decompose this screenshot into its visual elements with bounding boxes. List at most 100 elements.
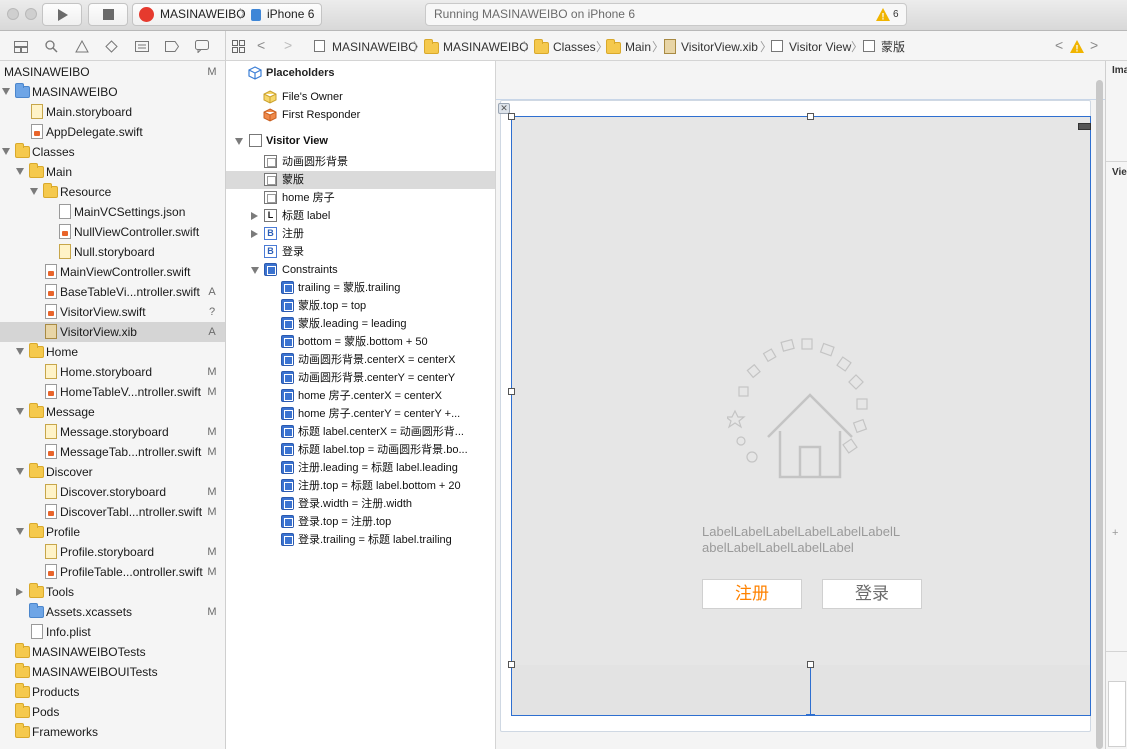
constraints-row[interactable]: Constraints xyxy=(226,261,495,279)
navigator-row[interactable]: VisitorView.xib A xyxy=(0,322,225,342)
constraint-row[interactable]: 动画圆形背景.centerY = centerY xyxy=(226,369,495,387)
breadcrumb-classes[interactable]: Classes xyxy=(553,39,596,55)
constraint-row[interactable]: 蒙版.leading = leading xyxy=(226,315,495,333)
next-issue-icon[interactable]: > xyxy=(1090,37,1098,53)
mask-row[interactable]: 蒙版 xyxy=(226,171,495,189)
navigator-row[interactable]: MASINAWEIBOUITests xyxy=(0,662,225,682)
navigator-row[interactable]: MessageTab...ntroller.swift M xyxy=(0,442,225,462)
navigator-row[interactable]: Classes xyxy=(0,142,225,162)
warning-icon[interactable]: ! xyxy=(876,8,890,21)
breadcrumb-selected[interactable]: 蒙版 xyxy=(881,39,905,55)
search-icon[interactable] xyxy=(45,40,58,53)
disclosure-open-icon[interactable] xyxy=(16,168,24,175)
resize-handle[interactable] xyxy=(508,661,515,668)
login-button[interactable]: 登录 xyxy=(822,579,922,609)
navigator-row[interactable]: Discover.storyboard M xyxy=(0,482,225,502)
disclosure-open-icon[interactable] xyxy=(2,88,10,95)
disclosure-open-icon[interactable] xyxy=(2,148,10,155)
resize-handle[interactable] xyxy=(508,388,515,395)
back-arrow-icon[interactable]: < xyxy=(257,37,265,53)
breakpoint-navigator-icon[interactable] xyxy=(165,41,179,52)
device-name[interactable]: iPhone 6 xyxy=(267,4,314,25)
navigator-row[interactable]: NullViewController.swift xyxy=(0,222,225,242)
navigator-row[interactable]: Profile.storyboard M xyxy=(0,542,225,562)
title-label-row[interactable]: L 标题 label xyxy=(226,207,495,225)
debug-navigator-icon[interactable] xyxy=(135,41,149,52)
navigator-row[interactable]: MASINAWEIBO xyxy=(0,82,225,102)
previous-issue-icon[interactable]: < xyxy=(1055,37,1063,53)
navigator-row[interactable]: MainViewController.swift xyxy=(0,262,225,282)
disclosure-open-icon[interactable] xyxy=(235,138,243,145)
navigator-row[interactable]: MainVCSettings.json xyxy=(0,202,225,222)
navigator-row[interactable]: Products xyxy=(0,682,225,702)
resize-handle[interactable] xyxy=(807,661,814,668)
navigator-row[interactable]: Main.storyboard xyxy=(0,102,225,122)
navigator-row[interactable]: MASINAWEIBOTests xyxy=(0,642,225,662)
navigator-row[interactable]: DiscoverTabl...ntroller.swift M xyxy=(0,502,225,522)
navigator-row[interactable]: Home.storyboard M xyxy=(0,362,225,382)
forward-arrow-icon[interactable]: > xyxy=(284,37,292,53)
navigator-row[interactable]: Tools xyxy=(0,582,225,602)
report-navigator-icon[interactable] xyxy=(195,40,209,53)
navigator-row[interactable]: ProfileTable...ontroller.swift M xyxy=(0,562,225,582)
breadcrumb-view[interactable]: Visitor View xyxy=(789,39,851,55)
breadcrumb-project[interactable]: MASINAWEIBO xyxy=(332,39,418,55)
breadcrumb-group[interactable]: MASINAWEIBO xyxy=(443,39,529,55)
constraint-row[interactable]: 标题 label.top = 动画圆形背景.bo... xyxy=(226,441,495,459)
constraint-row[interactable]: 标题 label.centerX = 动画圆形背... xyxy=(226,423,495,441)
canvas-scrollbar[interactable] xyxy=(1096,80,1103,749)
minimize-window-button[interactable] xyxy=(25,8,37,20)
navigator-row[interactable]: HomeTableV...ntroller.swift M xyxy=(0,382,225,402)
navigator-row[interactable]: VisitorView.swift? xyxy=(0,302,225,322)
disclosure-open-icon[interactable] xyxy=(16,468,24,475)
related-items-icon[interactable] xyxy=(232,40,245,53)
disclosure-closed-icon[interactable] xyxy=(251,230,258,238)
constraint-row[interactable]: 登录.width = 注册.width xyxy=(226,495,495,513)
navigator-row[interactable]: Pods xyxy=(0,702,225,722)
test-navigator-icon[interactable] xyxy=(105,40,118,53)
project-root-row[interactable]: MASINAWEIBO M xyxy=(0,62,225,82)
constraint-row[interactable]: 注册.top = 标题 label.bottom + 20 xyxy=(226,477,495,495)
constraint-row[interactable]: bottom = 蒙版.bottom + 50 xyxy=(226,333,495,351)
visitor-view-row[interactable]: Visitor View xyxy=(226,132,495,150)
scheme-selector[interactable]: MASINAWEIBO 〉 iPhone 6 xyxy=(132,3,322,26)
breadcrumb-main[interactable]: Main xyxy=(625,39,651,55)
register-row[interactable]: B 注册 xyxy=(226,225,495,243)
disclosure-open-icon[interactable] xyxy=(16,408,24,415)
constraint-row[interactable]: 登录.trailing = 标题 label.trailing xyxy=(226,531,495,549)
navigator-row[interactable]: Message.storyboard M xyxy=(0,422,225,442)
project-navigator-icon[interactable] xyxy=(14,41,28,53)
first-responder-row[interactable]: First Responder xyxy=(226,106,495,124)
navigator-row[interactable]: Profile xyxy=(0,522,225,542)
disclosure-open-icon[interactable] xyxy=(251,267,259,274)
navigator-row[interactable]: Message xyxy=(0,402,225,422)
disclosure-open-icon[interactable] xyxy=(30,188,38,195)
constraint-row[interactable]: 登录.top = 注册.top xyxy=(226,513,495,531)
navigator-row[interactable]: AppDelegate.swift xyxy=(0,122,225,142)
register-button[interactable]: 注册 xyxy=(702,579,802,609)
issue-navigator-icon[interactable] xyxy=(75,40,89,53)
navigator-row[interactable]: Resource xyxy=(0,182,225,202)
stop-button[interactable] xyxy=(88,3,128,26)
breadcrumb-file[interactable]: VisitorView.xib xyxy=(681,39,758,55)
library-panel[interactable] xyxy=(1108,681,1126,747)
constraint-row[interactable]: trailing = 蒙版.trailing xyxy=(226,279,495,297)
navigator-row[interactable]: Info.plist xyxy=(0,622,225,642)
warning-icon[interactable]: ! xyxy=(1070,40,1084,53)
run-button[interactable] xyxy=(42,3,82,26)
disclosure-open-icon[interactable] xyxy=(16,528,24,535)
navigator-row[interactable]: Frameworks xyxy=(0,722,225,742)
constraint-row[interactable]: home 房子.centerX = centerX xyxy=(226,387,495,405)
disclosure-closed-icon[interactable] xyxy=(16,588,23,596)
navigator-row[interactable]: Home xyxy=(0,342,225,362)
add-icon[interactable]: + xyxy=(1112,527,1118,539)
navigator-row[interactable]: Assets.xcassets M xyxy=(0,602,225,622)
home-house-row[interactable]: home 房子 xyxy=(226,189,495,207)
navigator-row[interactable]: Null.storyboard xyxy=(0,242,225,262)
constraint-row[interactable]: home 房子.centerY = centerY +... xyxy=(226,405,495,423)
close-window-button[interactable] xyxy=(7,8,19,20)
constraint-row[interactable]: 蒙版.top = top xyxy=(226,297,495,315)
constraint-row[interactable]: 注册.leading = 标题 label.leading xyxy=(226,459,495,477)
disclosure-closed-icon[interactable] xyxy=(251,212,258,220)
constraint-row[interactable]: 动画圆形背景.centerX = centerX xyxy=(226,351,495,369)
